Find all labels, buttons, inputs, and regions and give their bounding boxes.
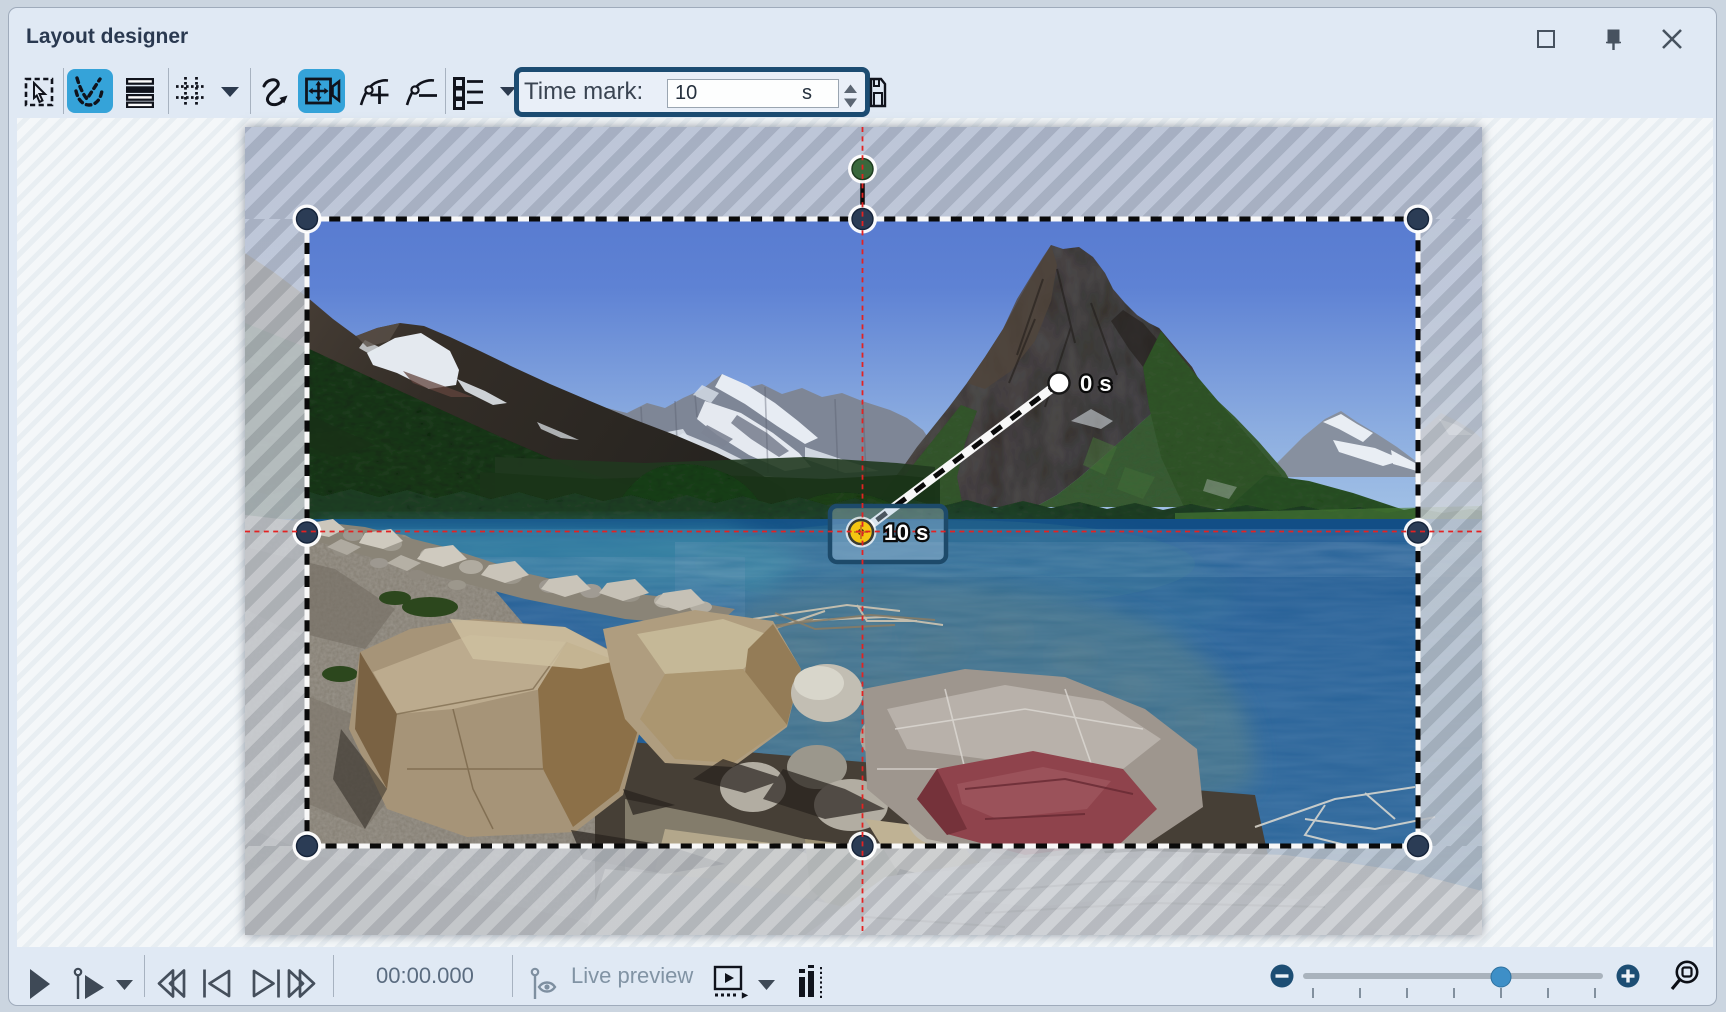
svg-text:0 s: 0 s <box>1080 371 1112 396</box>
svg-text:10 s: 10 s <box>884 520 929 545</box>
